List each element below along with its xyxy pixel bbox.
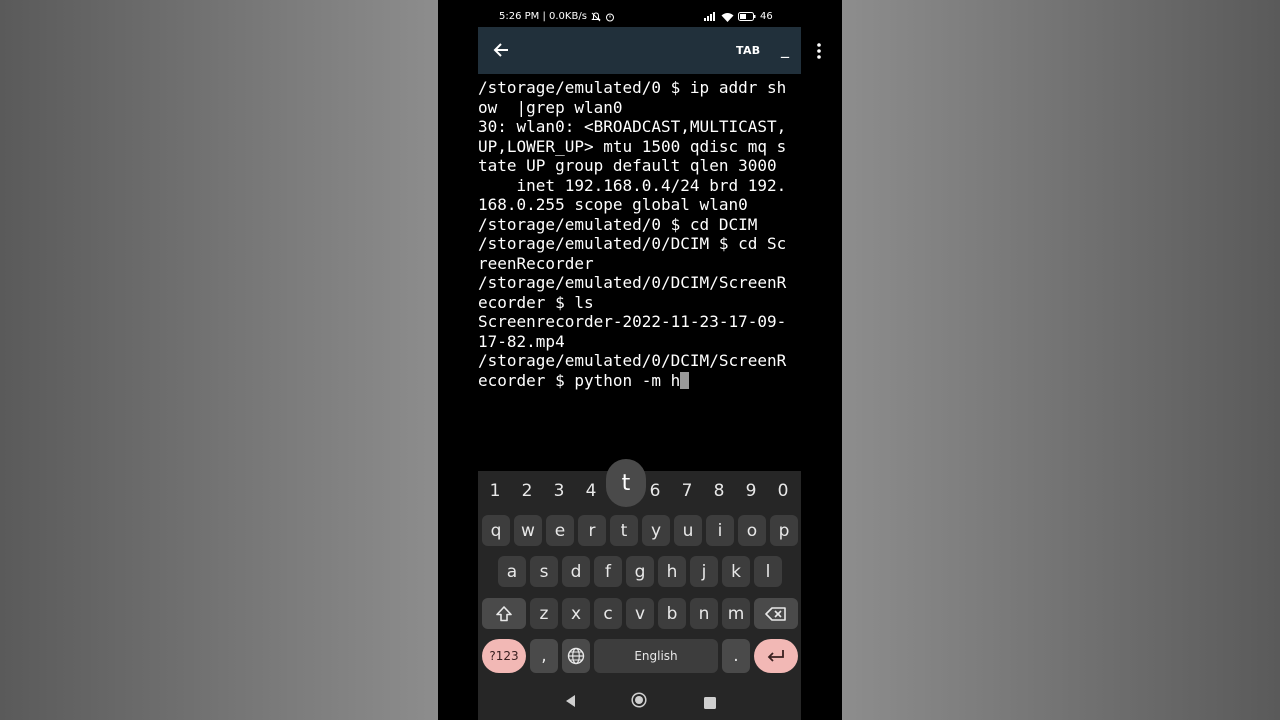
- key-c[interactable]: c: [594, 598, 622, 629]
- key-u[interactable]: u: [674, 515, 702, 546]
- enter-arrow-icon: [767, 650, 784, 662]
- terminal-line: 17-82.mp4: [478, 331, 565, 351]
- backspace-icon: [765, 606, 786, 621]
- key-t[interactable]: t: [610, 515, 638, 546]
- text-cursor: [680, 371, 690, 389]
- alarm-icon: [605, 12, 615, 22]
- key-9[interactable]: 9: [736, 480, 766, 502]
- key-press-popup: t: [606, 459, 646, 507]
- terminal-line: UP,LOWER_UP> mtu 1500 qdisc mq s: [478, 136, 787, 156]
- video-background-right: [842, 0, 1280, 720]
- onscreen-keyboard: 1 2 3 4 6 7 8 9 0 q w e r t y u i o p a …: [478, 471, 801, 680]
- key-n[interactable]: n: [690, 598, 718, 629]
- key-y[interactable]: y: [642, 515, 670, 546]
- key-k[interactable]: k: [722, 556, 750, 587]
- status-bar: 5:26 PM | 0.0KB/s 46: [438, 0, 842, 27]
- symbols-key[interactable]: ?123: [482, 639, 526, 673]
- terminal-input-line[interactable]: ecorder $ python -m h: [478, 371, 808, 391]
- terminal-output[interactable]: /storage/emulated/0 $ ip addr sh ow |gre…: [478, 78, 808, 390]
- battery-icon: [738, 12, 756, 21]
- key-f[interactable]: f: [594, 556, 622, 587]
- terminal-line: /storage/emulated/0/DCIM/ScreenR: [478, 351, 787, 370]
- comma-key[interactable]: ,: [530, 639, 558, 673]
- key-a[interactable]: a: [498, 556, 526, 587]
- battery-percent: 46: [760, 11, 773, 22]
- terminal-input-text: ecorder $ python -m h: [478, 370, 681, 390]
- terminal-line: /storage/emulated/0/DCIM/ScreenR: [478, 273, 787, 292]
- terminal-line: 168.0.255 scope global wlan0: [478, 195, 748, 214]
- key-q[interactable]: q: [482, 515, 510, 546]
- key-v[interactable]: v: [626, 598, 654, 629]
- nav-back-icon[interactable]: [564, 693, 578, 712]
- tab-key-button[interactable]: TAB: [736, 44, 760, 57]
- nav-home-icon[interactable]: [631, 692, 647, 712]
- key-4[interactable]: 4: [576, 480, 606, 502]
- key-8[interactable]: 8: [704, 480, 734, 502]
- key-r[interactable]: r: [578, 515, 606, 546]
- terminal-line: tate UP group default qlen 3000: [478, 156, 777, 175]
- key-l[interactable]: l: [754, 556, 782, 587]
- key-m[interactable]: m: [722, 598, 750, 629]
- terminal-line: /storage/emulated/0 $ ip addr sh: [478, 78, 787, 97]
- key-o[interactable]: o: [738, 515, 766, 546]
- space-bar[interactable]: English: [594, 639, 718, 673]
- terminal-line: 30: wlan0: <BROADCAST,MULTICAST,: [478, 117, 787, 136]
- terminal-line: ow |grep wlan0: [478, 97, 623, 117]
- key-p[interactable]: p: [770, 515, 798, 546]
- terminal-line: /storage/emulated/0 $ cd DCIM: [478, 214, 758, 234]
- key-e[interactable]: e: [546, 515, 574, 546]
- nav-recents-icon[interactable]: [704, 694, 716, 713]
- terminal-line: inet 192.168.0.4/24 brd 192.: [478, 175, 787, 195]
- terminal-toolbar: TAB _: [478, 27, 821, 74]
- terminal-line: ecorder $ ls: [478, 292, 594, 312]
- key-7[interactable]: 7: [672, 480, 702, 502]
- period-key[interactable]: .: [722, 639, 750, 673]
- key-i[interactable]: i: [706, 515, 734, 546]
- underscore-key-button[interactable]: _: [781, 39, 789, 58]
- mute-notification-icon: [591, 11, 601, 22]
- language-key[interactable]: [562, 639, 590, 673]
- wifi-icon: [721, 12, 734, 22]
- key-h[interactable]: h: [658, 556, 686, 587]
- key-2[interactable]: 2: [512, 480, 542, 502]
- key-d[interactable]: d: [562, 556, 590, 587]
- terminal-line: Screenrecorder-2022-11-23-17-09-: [478, 312, 787, 331]
- key-j[interactable]: j: [690, 556, 718, 587]
- key-z[interactable]: z: [530, 598, 558, 629]
- back-arrow-icon[interactable]: [492, 40, 512, 60]
- key-1[interactable]: 1: [480, 480, 510, 502]
- status-time-speed: 5:26 PM | 0.0KB/s: [499, 11, 587, 22]
- phone-screen: 5:26 PM | 0.0KB/s 46 TAB _ /storage/emul…: [438, 0, 842, 720]
- key-0[interactable]: 0: [768, 480, 798, 502]
- key-s[interactable]: s: [530, 556, 558, 587]
- enter-key[interactable]: [754, 639, 798, 673]
- key-g[interactable]: g: [626, 556, 654, 587]
- more-options-icon[interactable]: [816, 41, 822, 61]
- key-w[interactable]: w: [514, 515, 542, 546]
- shift-key[interactable]: [482, 598, 526, 629]
- signal-icon: [704, 12, 717, 21]
- globe-icon: [567, 647, 585, 665]
- video-background-left: [0, 0, 438, 720]
- terminal-line: reenRecorder: [478, 253, 594, 273]
- key-b[interactable]: b: [658, 598, 686, 629]
- key-3[interactable]: 3: [544, 480, 574, 502]
- shift-icon: [496, 605, 512, 621]
- terminal-line: /storage/emulated/0/DCIM $ cd Sc: [478, 234, 787, 253]
- backspace-key[interactable]: [754, 598, 798, 629]
- key-x[interactable]: x: [562, 598, 590, 629]
- system-navigation-bar: [478, 680, 801, 720]
